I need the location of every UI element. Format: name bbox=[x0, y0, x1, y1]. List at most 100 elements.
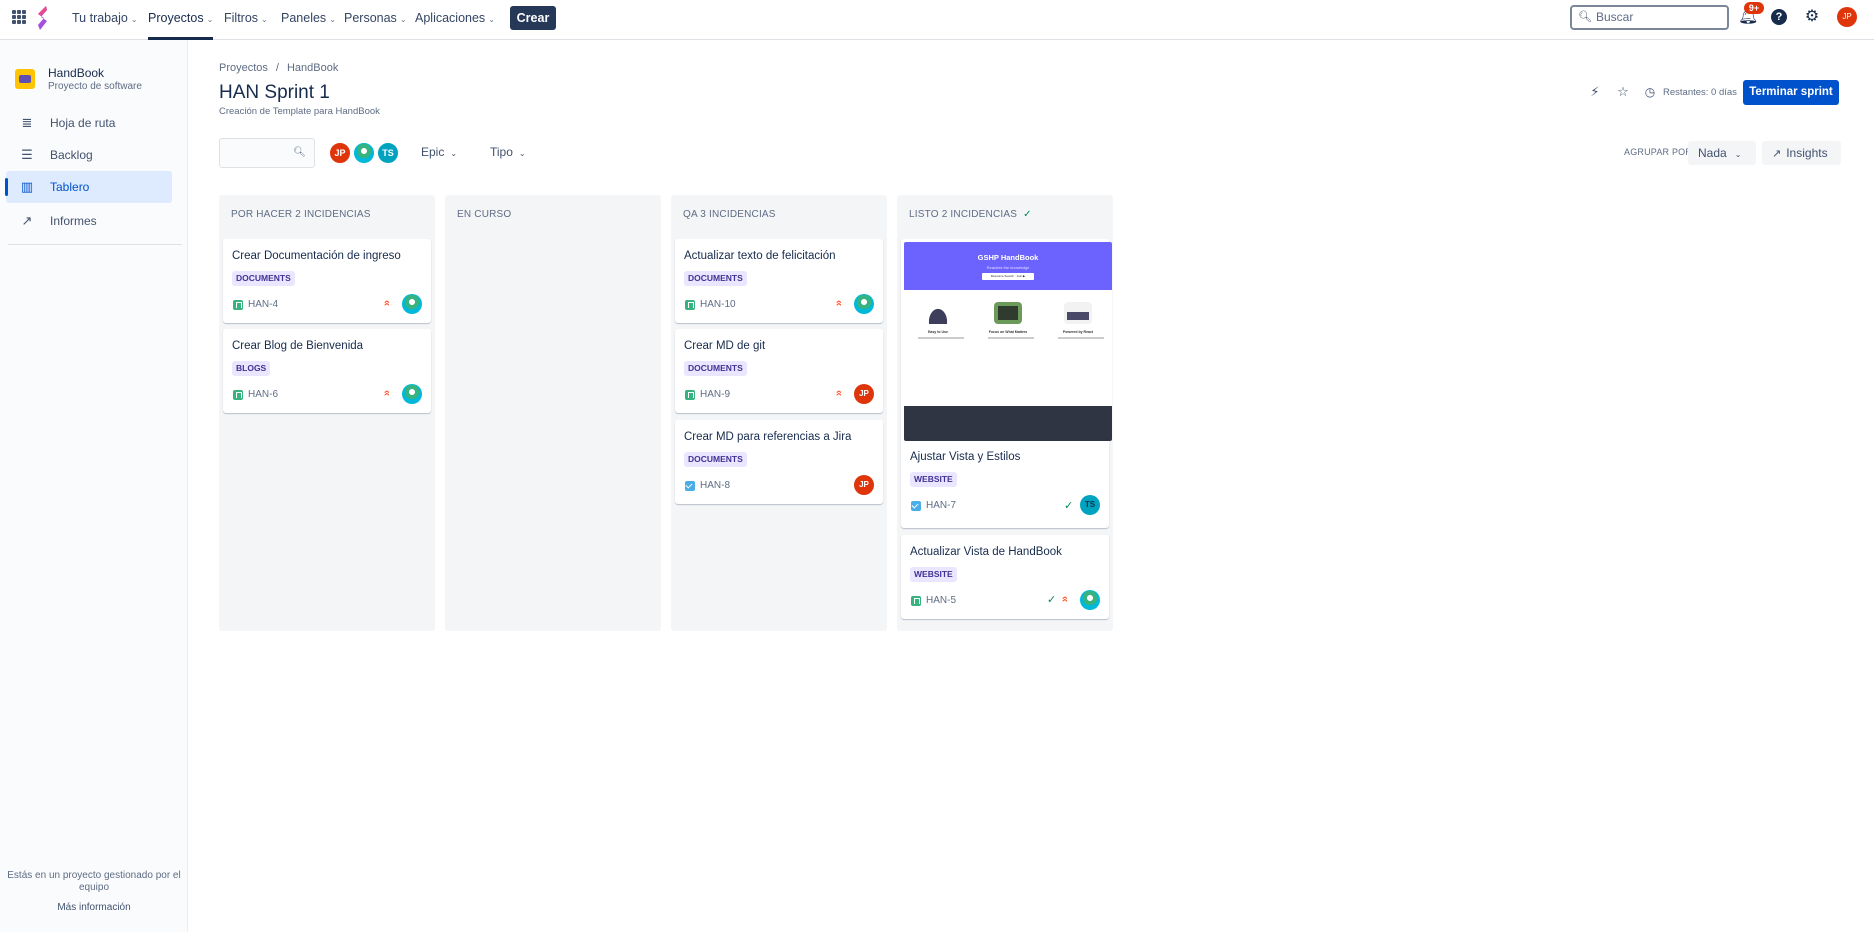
feature-caption: Focus on What Matters bbox=[988, 330, 1028, 334]
chevron-down-icon: ⌄ bbox=[329, 15, 336, 24]
issue-card-han-5[interactable]: Actualizar Vista de HandBook WEBSITE HAN… bbox=[901, 535, 1109, 619]
card-title: Ajustar Vista y Estilos bbox=[910, 451, 1021, 463]
card-title: Actualizar texto de felicitación bbox=[684, 250, 836, 262]
app-switcher-icon[interactable] bbox=[12, 10, 26, 24]
chevron-down-icon: ⌄ bbox=[261, 15, 268, 24]
card-key: HAN-8 bbox=[700, 480, 731, 491]
help-icon[interactable]: ? bbox=[1771, 9, 1787, 25]
sprint-remaining-days: Restantes: 0 días bbox=[1663, 87, 1737, 98]
clock-icon: ◷ bbox=[1644, 85, 1656, 99]
team-managed-note: Estás en un proyecto gestionado por el e… bbox=[7, 870, 181, 893]
assignee-avatar[interactable] bbox=[402, 384, 422, 404]
breadcrumb-projects[interactable]: Proyectos bbox=[219, 62, 268, 74]
cover-button: Resource Search · Join ▶ bbox=[982, 273, 1034, 280]
issue-card-han-6[interactable]: Crear Blog de Bienvenida BLOGS HAN-6 » bbox=[223, 329, 431, 413]
search-icon: 🔍︎ bbox=[293, 147, 306, 158]
jira-logo-icon[interactable] bbox=[34, 5, 50, 31]
settings-gear-icon[interactable]: ⚙︎ bbox=[1803, 8, 1821, 26]
search-icon: 🔍︎ bbox=[1578, 11, 1592, 23]
breadcrumb-handbook[interactable]: HandBook bbox=[287, 62, 338, 74]
card-title: Crear Documentación de ingreso bbox=[232, 250, 401, 262]
epic-filter-dropdown[interactable]: Epic ⌄ bbox=[421, 145, 457, 159]
issue-card-han-8[interactable]: Crear MD para referencias a Jira DOCUMEN… bbox=[675, 420, 883, 504]
screen-illustration-icon bbox=[994, 302, 1022, 324]
filter-avatar-jp[interactable]: JP bbox=[328, 141, 352, 165]
backlog-icon: ☰ bbox=[21, 147, 33, 162]
nav-filters-label: Filtros bbox=[224, 11, 259, 25]
chevron-down-icon: ⌄ bbox=[206, 15, 214, 24]
nav-projects[interactable]: Proyectos ⌄ bbox=[148, 0, 214, 40]
assignee-avatar[interactable]: JP bbox=[854, 475, 874, 495]
filter-avatar-ts[interactable]: TS bbox=[376, 141, 400, 165]
sidebar-item-reports[interactable]: ↗ Informes bbox=[6, 205, 172, 237]
more-info-link[interactable]: Más información bbox=[6, 902, 182, 913]
assignee-avatar[interactable] bbox=[854, 294, 874, 314]
card-label: WEBSITE bbox=[910, 472, 957, 487]
notifications-badge: 9+ bbox=[1744, 2, 1764, 14]
sidebar-item-board[interactable]: ▥ Tablero bbox=[5, 171, 172, 203]
group-by-label: AGRUPAR POR bbox=[1624, 147, 1693, 157]
type-filter-dropdown[interactable]: Tipo ⌄ bbox=[490, 145, 526, 159]
create-button[interactable]: Crear bbox=[510, 6, 556, 30]
chevron-down-icon: ⌄ bbox=[518, 149, 526, 158]
card-title: Crear MD de git bbox=[684, 340, 766, 352]
user-avatar[interactable]: JP bbox=[1837, 7, 1857, 27]
sidebar-item-backlog[interactable]: ☰ Backlog bbox=[6, 139, 172, 171]
insights-button[interactable]: ↗ Insights bbox=[1762, 141, 1841, 165]
issue-card-han-4[interactable]: Crear Documentación de ingreso DOCUMENTS… bbox=[223, 239, 431, 323]
assignee-avatar[interactable] bbox=[402, 294, 422, 314]
card-label: BLOGS bbox=[232, 361, 271, 376]
global-search[interactable]: 🔍︎ bbox=[1570, 5, 1729, 30]
story-type-icon bbox=[685, 300, 695, 310]
done-check-icon: ✓ bbox=[1047, 594, 1057, 606]
issue-card-han-10[interactable]: Actualizar texto de felicitación DOCUMEN… bbox=[675, 239, 883, 323]
card-cover-image: GSHP HandBook Reaches the knowledge Reso… bbox=[904, 242, 1112, 441]
automation-bolt-icon[interactable]: ⚡︎ bbox=[1587, 84, 1603, 100]
nav-your-work-label: Tu trabajo bbox=[72, 11, 128, 25]
card-key: HAN-10 bbox=[700, 299, 736, 310]
issue-card-han-7[interactable]: GSHP HandBook Reaches the knowledge Reso… bbox=[901, 239, 1112, 528]
issue-card-han-9[interactable]: Crear MD de git DOCUMENTS HAN-9 » JP bbox=[675, 329, 883, 413]
story-type-icon bbox=[685, 390, 695, 400]
priority-highest-icon: » bbox=[381, 299, 394, 307]
filter-avatar-user[interactable] bbox=[352, 141, 376, 165]
nav-your-work[interactable]: Tu trabajo ⌄ bbox=[72, 0, 138, 38]
card-title: Crear Blog de Bienvenida bbox=[232, 340, 364, 352]
project-sidebar: HandBook Proyecto de software ≣ Hoja de … bbox=[0, 40, 188, 932]
board-search-input[interactable]: 🔍︎ bbox=[219, 138, 315, 168]
nav-filters[interactable]: Filtros ⌄ bbox=[224, 0, 268, 38]
assignee-avatar[interactable]: TS bbox=[1080, 495, 1100, 515]
column-title: LISTO 2 INCIDENCIAS ✓ bbox=[909, 209, 1032, 220]
reports-icon: ↗ bbox=[21, 213, 33, 228]
done-check-icon: ✓ bbox=[1064, 500, 1074, 512]
card-key: HAN-4 bbox=[248, 299, 279, 310]
card-key: HAN-9 bbox=[700, 389, 731, 400]
end-sprint-button[interactable]: Terminar sprint bbox=[1743, 80, 1839, 105]
global-search-input[interactable] bbox=[1596, 9, 1721, 25]
assignee-avatar[interactable] bbox=[1080, 590, 1100, 610]
nav-apps[interactable]: Aplicaciones ⌄ bbox=[415, 0, 495, 38]
sidebar-divider bbox=[8, 244, 182, 245]
priority-highest-icon: » bbox=[1059, 595, 1072, 603]
cover-subtitle: Reaches the knowledge bbox=[986, 265, 1030, 270]
story-type-icon bbox=[233, 300, 243, 310]
breadcrumb: Proyectos / HandBook bbox=[219, 62, 338, 74]
group-by-select[interactable]: Nada ⌄ bbox=[1688, 141, 1756, 165]
nav-dashboards[interactable]: Paneles ⌄ bbox=[281, 0, 336, 38]
card-label: DOCUMENTS bbox=[684, 361, 747, 376]
card-label: DOCUMENTS bbox=[232, 271, 295, 286]
assignee-avatar[interactable]: JP bbox=[854, 384, 874, 404]
top-navigation: Tu trabajo ⌄ Proyectos ⌄ Filtros ⌄ Paneles ⌄… bbox=[0, 0, 1874, 40]
card-key: HAN-5 bbox=[926, 595, 957, 606]
type-filter-label: Tipo bbox=[490, 145, 513, 159]
board-column-in-progress: EN CURSO bbox=[445, 195, 661, 631]
insights-chart-icon: ↗ bbox=[1772, 148, 1782, 160]
card-key: HAN-7 bbox=[926, 500, 957, 511]
chevron-down-icon: ⌄ bbox=[1734, 150, 1742, 159]
nav-people[interactable]: Personas ⌄ bbox=[344, 0, 407, 38]
sidebar-item-label: Backlog bbox=[50, 148, 93, 162]
sidebar-item-roadmap[interactable]: ≣ Hoja de ruta bbox=[6, 107, 172, 139]
card-key: HAN-6 bbox=[248, 389, 279, 400]
card-label: DOCUMENTS bbox=[684, 452, 747, 467]
star-icon[interactable]: ☆ bbox=[1615, 84, 1631, 100]
